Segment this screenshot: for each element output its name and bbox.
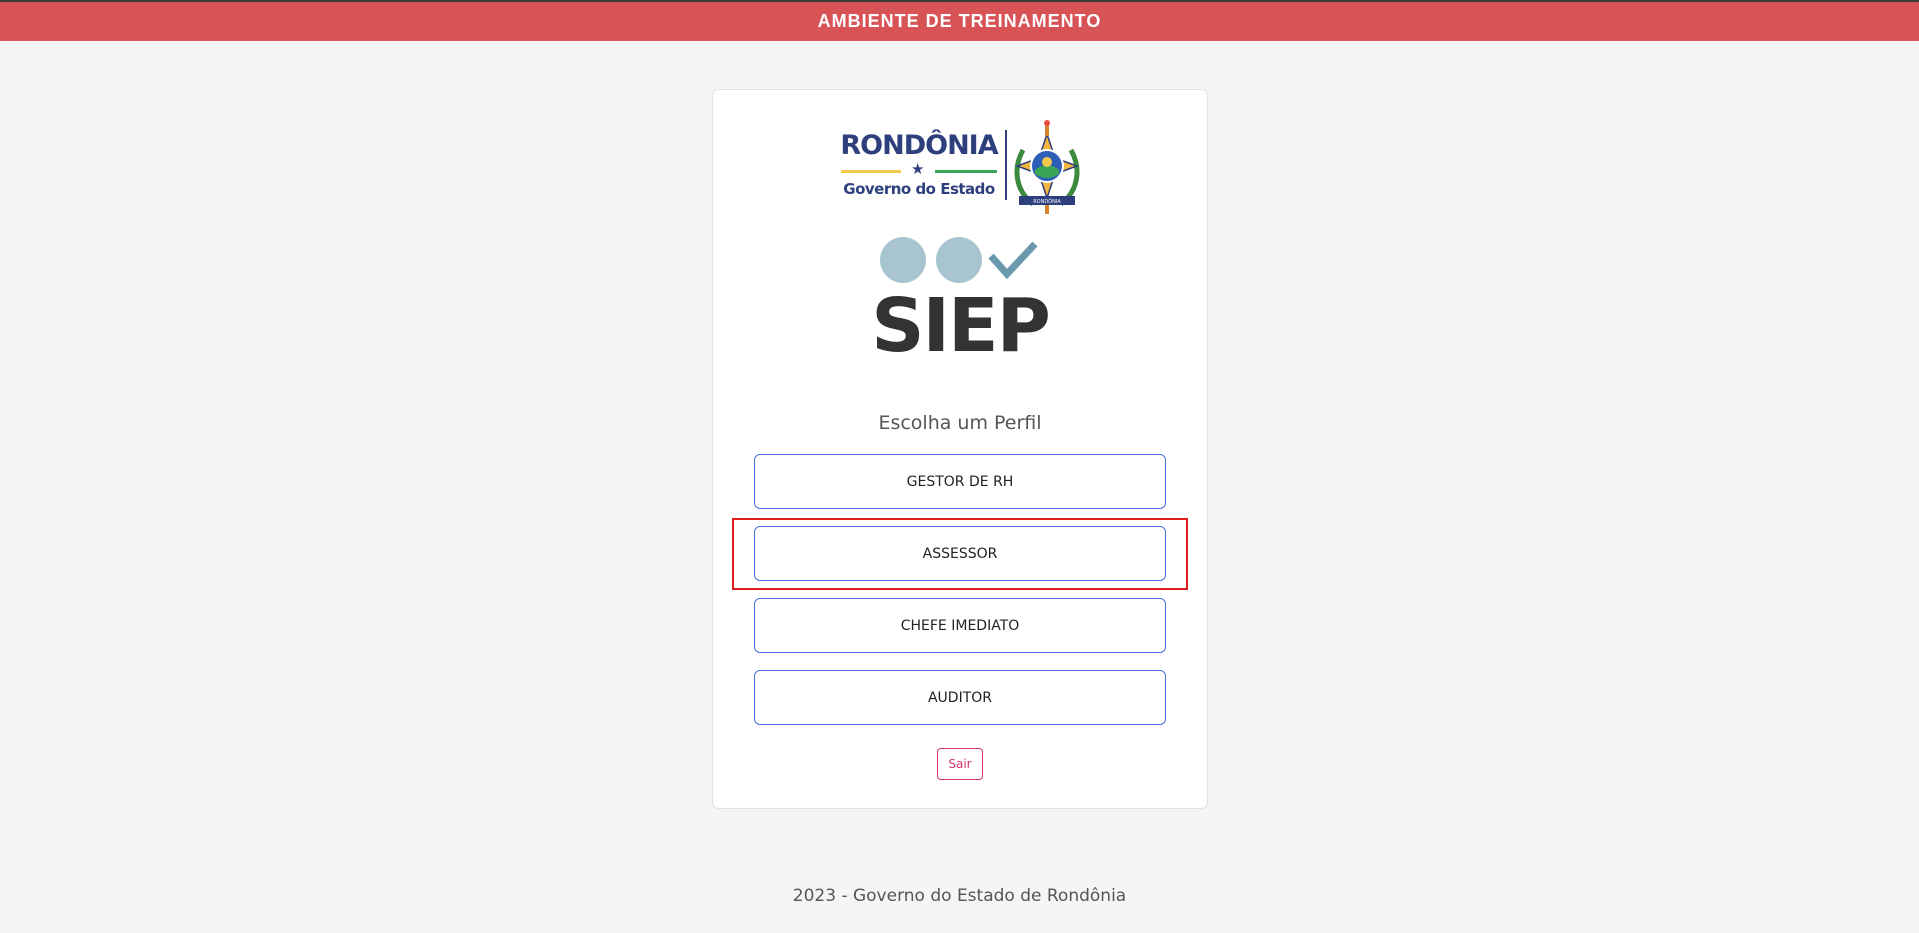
government-logo: RONDÔNIA ★ Governo do Estado RONDÔNIA xyxy=(839,120,1083,216)
profile-heading: Escolha um Perfil xyxy=(878,412,1042,434)
circle-icon xyxy=(880,237,926,283)
app-logo: SIEP xyxy=(713,236,1207,369)
footer-text: 2023 - Governo do Estado de Rondônia xyxy=(792,886,1127,906)
check-icon xyxy=(988,241,1038,280)
coat-of-arms-text: RONDÔNIA xyxy=(1033,198,1061,205)
app-logo-marks xyxy=(880,237,1038,283)
profile-button-auditor[interactable]: AUDITOR xyxy=(754,670,1166,725)
logout-button[interactable]: Sair xyxy=(937,748,983,780)
banner-text: AMBIENTE DE TREINAMENTO xyxy=(817,11,1102,31)
government-name: RONDÔNIA xyxy=(840,130,998,161)
profile-selection-card: RONDÔNIA ★ Governo do Estado RONDÔNIA SI… xyxy=(712,89,1208,809)
logo-separator xyxy=(1005,130,1007,200)
training-environment-banner: AMBIENTE DE TREINAMENTO xyxy=(0,0,1919,41)
coat-of-arms-icon: RONDÔNIA xyxy=(1014,120,1080,214)
government-subtitle: Governo do Estado xyxy=(843,180,995,198)
star-icon: ★ xyxy=(911,160,925,178)
app-title: SIEP xyxy=(871,283,1051,369)
profile-button-chefe-imediato[interactable]: CHEFE IMEDIATO xyxy=(754,598,1166,653)
profile-button-gestor-rh[interactable]: GESTOR DE RH xyxy=(754,454,1166,509)
logo-divider: ★ xyxy=(839,160,999,178)
circle-icon xyxy=(936,237,982,283)
profile-button-assessor[interactable]: ASSESSOR xyxy=(754,526,1166,581)
